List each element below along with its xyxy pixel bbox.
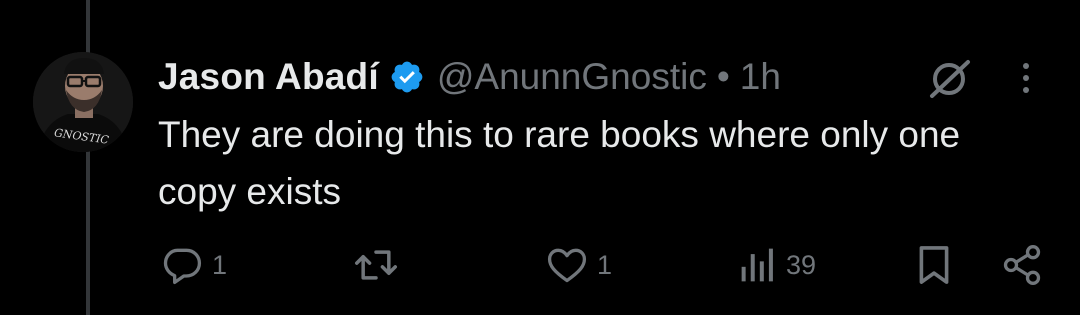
grok-icon[interactable] [926,54,974,102]
avatar[interactable]: GNOSTIC [33,52,133,152]
timestamp[interactable]: 1h [740,56,781,98]
tweet-header: Jason Abadí @AnunnGnostic • 1h [158,52,781,102]
like-button[interactable]: 1 [545,240,612,290]
reply-icon [160,243,204,287]
reply-count: 1 [212,249,228,280]
author-handle[interactable]: @AnunnGnostic [437,56,707,98]
like-count: 1 [597,249,613,280]
view-count: 39 [786,249,817,280]
share-icon [1000,243,1044,287]
tweet[interactable]: GNOSTIC Jason Abadí @AnunnGnostic • 1h T… [0,0,1080,315]
action-bar: 1 1 39 [0,240,1080,290]
heart-icon [545,243,589,287]
reply-button[interactable]: 1 [160,240,227,290]
retweet-button[interactable] [352,240,408,290]
bookmark-button[interactable] [916,240,952,290]
retweet-icon [352,243,400,287]
tweet-text: They are doing this to rare books where … [158,114,961,212]
views-icon [738,243,778,287]
views-button[interactable]: 39 [738,240,816,290]
more-vertical-icon[interactable] [1016,60,1036,96]
separator-dot: • [716,56,730,97]
author-display-name[interactable]: Jason Abadí [158,56,379,98]
share-button[interactable] [1000,240,1044,290]
bookmark-icon [916,243,952,287]
verified-badge-icon[interactable] [389,59,425,95]
